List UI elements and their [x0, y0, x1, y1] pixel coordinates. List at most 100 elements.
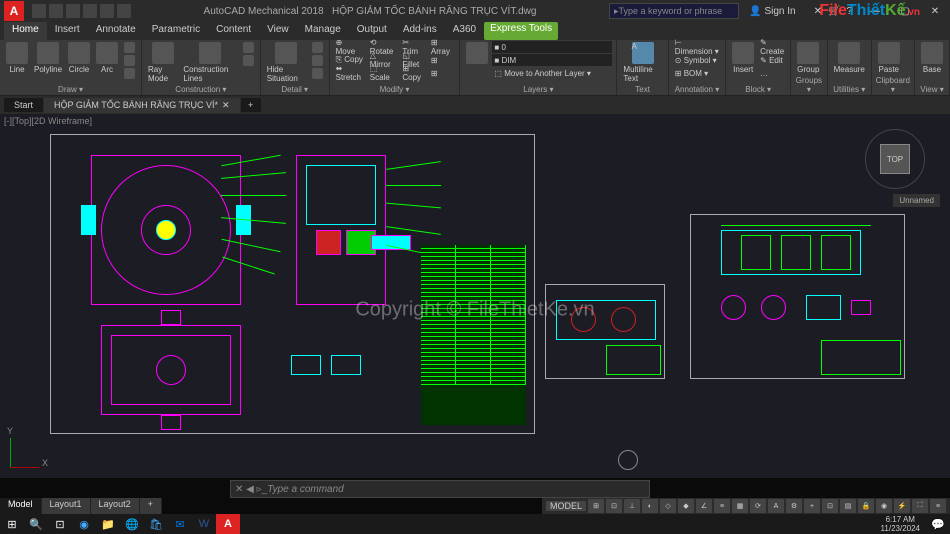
- hide-situation-button[interactable]: Hide Situation: [265, 41, 308, 84]
- polyline-button[interactable]: Polyline: [32, 41, 64, 75]
- line-button[interactable]: Line: [4, 41, 30, 75]
- ortho-toggle-icon[interactable]: ⊥: [624, 499, 640, 513]
- cycling-toggle-icon[interactable]: ⟳: [750, 499, 766, 513]
- draw-more3-icon[interactable]: [122, 67, 137, 79]
- tab-insert[interactable]: Insert: [47, 22, 88, 40]
- edit-block-button[interactable]: ✎ Edit: [758, 54, 786, 66]
- tab-content[interactable]: Content: [208, 22, 259, 40]
- tab-view[interactable]: View: [259, 22, 297, 40]
- measure-button[interactable]: Measure: [832, 41, 867, 75]
- mod-c-icon[interactable]: ⊞: [429, 67, 456, 79]
- move-to-layer-button[interactable]: ⬚ Move to Another Layer ▾: [492, 67, 612, 79]
- tab-annotate[interactable]: Annotate: [88, 22, 144, 40]
- workspace-icon[interactable]: ⚙: [786, 499, 802, 513]
- panel-draw-label[interactable]: Draw ▾: [4, 84, 137, 95]
- panel-groups-label[interactable]: Groups ▾: [795, 75, 822, 95]
- dimension-button[interactable]: ⊢ Dimension ▾: [673, 41, 721, 53]
- view-name-label[interactable]: Unnamed: [893, 194, 940, 207]
- otrack-toggle-icon[interactable]: ∠: [696, 499, 712, 513]
- command-line-input[interactable]: ✕ ◀ ▹_ Type a command: [230, 480, 650, 498]
- qat-save-icon[interactable]: [66, 4, 80, 18]
- chrome-icon[interactable]: 🌐: [120, 514, 144, 534]
- outlook-icon[interactable]: ✉: [168, 514, 192, 534]
- det-c-icon[interactable]: [310, 67, 325, 79]
- layer-dim-dropdown[interactable]: ■ DIM: [492, 54, 612, 66]
- explorer-icon[interactable]: 📁: [96, 514, 120, 534]
- qat-open-icon[interactable]: [49, 4, 63, 18]
- osnap-toggle-icon[interactable]: ◇: [660, 499, 676, 513]
- panel-layers-label[interactable]: Layers ▾: [464, 84, 612, 95]
- polar-toggle-icon[interactable]: ◐: [642, 499, 658, 513]
- transparency-toggle-icon[interactable]: ▦: [732, 499, 748, 513]
- panel-view-label[interactable]: View ▾: [919, 84, 945, 95]
- draw-more-icon[interactable]: [122, 41, 137, 53]
- det-a-icon[interactable]: [310, 41, 325, 53]
- store-icon[interactable]: 🛍: [144, 514, 168, 534]
- tab-home[interactable]: Home: [4, 22, 47, 40]
- lock-ui-icon[interactable]: 🔒: [858, 499, 874, 513]
- annotation-scale-icon[interactable]: A: [768, 499, 784, 513]
- multiline-text-button[interactable]: AMultiline Text: [621, 41, 663, 84]
- panel-block-label[interactable]: Block ▾: [730, 84, 786, 95]
- viewport-label[interactable]: [-][Top][2D Wireframe]: [4, 116, 92, 126]
- file-tab[interactable]: HỘP GIẢM TỐC BÁNH RĂNG TRỤC VÍ* ✕: [44, 98, 240, 113]
- layout-model-tab[interactable]: Model: [0, 498, 42, 514]
- group-button[interactable]: Group: [795, 41, 821, 75]
- isolate-icon[interactable]: ◉: [876, 499, 892, 513]
- panel-utilities-label[interactable]: Utilities ▾: [832, 84, 867, 95]
- panel-construction-label[interactable]: Construction ▾: [146, 84, 256, 95]
- 3dosnap-toggle-icon[interactable]: ◆: [678, 499, 694, 513]
- autocad-taskbar-icon[interactable]: A: [216, 514, 240, 534]
- task-view-icon[interactable]: ⊡: [48, 514, 72, 534]
- close-button[interactable]: ✕: [920, 0, 950, 22]
- block-more-icon[interactable]: …: [758, 67, 786, 79]
- snap-toggle-icon[interactable]: ⊡: [606, 499, 622, 513]
- circle-button[interactable]: Circle: [66, 41, 92, 75]
- help-search-input[interactable]: ▸ Type a keyword or phrase: [609, 3, 739, 19]
- quick-props-icon[interactable]: ▤: [840, 499, 856, 513]
- drawing-viewport[interactable]: [-][Top][2D Wireframe]: [0, 114, 950, 478]
- panel-clipboard-label[interactable]: Clipboard ▾: [876, 75, 910, 95]
- draw-more2-icon[interactable]: [122, 54, 137, 66]
- layout-add-tab[interactable]: +: [140, 498, 162, 514]
- view-cube[interactable]: TOP: [870, 134, 920, 184]
- panel-detail-label[interactable]: Detail ▾: [265, 84, 325, 95]
- stretch-button[interactable]: ⬌ Stretch: [334, 67, 366, 79]
- hardware-accel-icon[interactable]: ⚡: [894, 499, 910, 513]
- customize-icon[interactable]: ≡: [930, 499, 946, 513]
- copy2-button[interactable]: ⊞ Copy: [400, 67, 427, 79]
- search-icon[interactable]: 🔍: [24, 514, 48, 534]
- symbol-button[interactable]: ⊙ Symbol ▾: [673, 54, 721, 66]
- units-icon[interactable]: ⊡: [822, 499, 838, 513]
- det-b-icon[interactable]: [310, 54, 325, 66]
- start-tab[interactable]: Start: [4, 98, 43, 112]
- word-icon[interactable]: W: [192, 514, 216, 534]
- layer-props-button[interactable]: [464, 41, 490, 65]
- arc-button[interactable]: Arc: [94, 41, 120, 75]
- new-tab-button[interactable]: +: [241, 98, 261, 112]
- panel-modify-label[interactable]: Modify ▾: [334, 84, 456, 95]
- create-block-button[interactable]: ✎ Create: [758, 41, 786, 53]
- cons-a-icon[interactable]: [241, 41, 256, 53]
- app-logo[interactable]: A: [4, 1, 24, 21]
- qat-undo-icon[interactable]: [83, 4, 97, 18]
- qat-redo-icon[interactable]: [100, 4, 114, 18]
- edge-icon[interactable]: ◉: [72, 514, 96, 534]
- layout-1-tab[interactable]: Layout1: [42, 498, 91, 514]
- insert-block-button[interactable]: Insert: [730, 41, 756, 75]
- construction-lines-button[interactable]: Construction Lines: [181, 41, 238, 84]
- qat-new-icon[interactable]: [32, 4, 46, 18]
- lineweight-toggle-icon[interactable]: ≡: [714, 499, 730, 513]
- paste-button[interactable]: Paste: [876, 41, 902, 75]
- qat-plot-icon[interactable]: [117, 4, 131, 18]
- start-button[interactable]: ⊞: [0, 514, 24, 534]
- bom-button[interactable]: ⊞ BOM ▾: [673, 67, 721, 79]
- panel-annotation-label[interactable]: Annotation ▾: [673, 84, 721, 95]
- tab-express[interactable]: Express Tools: [484, 22, 558, 40]
- layout-2-tab[interactable]: Layout2: [91, 498, 140, 514]
- layer-0-dropdown[interactable]: ■ 0: [492, 41, 612, 53]
- scale-button[interactable]: ⬚ Scale: [368, 67, 399, 79]
- ray-mode-button[interactable]: Ray Mode: [146, 41, 179, 84]
- system-clock[interactable]: 6:17 AM11/23/2024: [875, 515, 926, 533]
- annotation-monitor-icon[interactable]: +: [804, 499, 820, 513]
